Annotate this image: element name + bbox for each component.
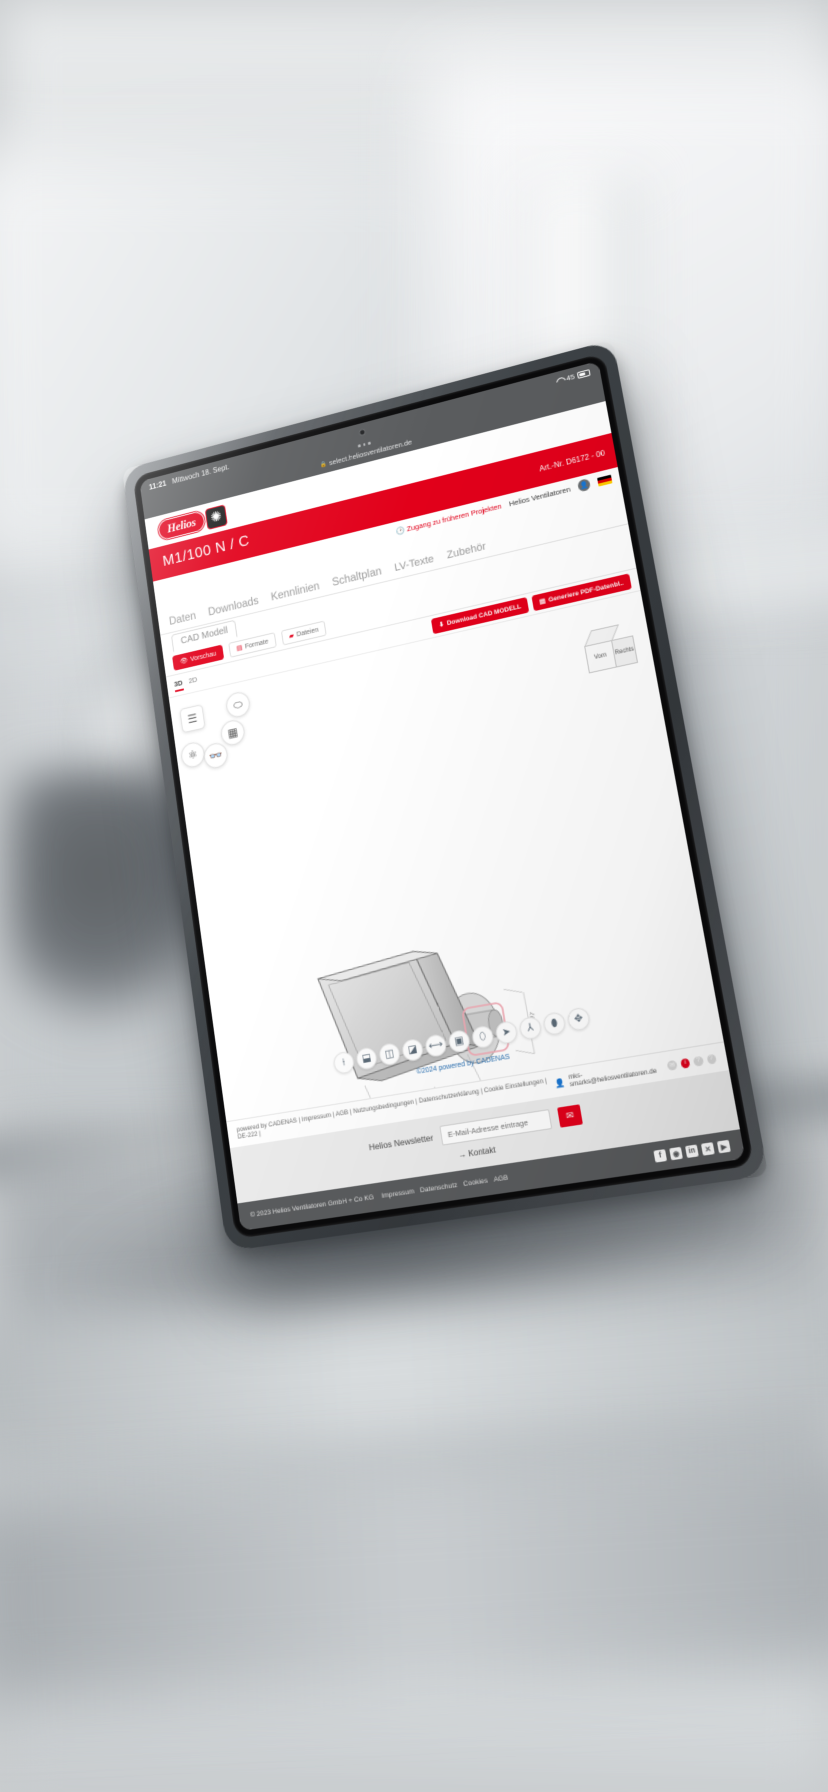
battery-level: 45 bbox=[565, 372, 576, 383]
section-icon[interactable]: ⬓ bbox=[354, 1046, 379, 1071]
dimension-label-d1: d1=97 bbox=[528, 1012, 536, 1032]
download-icon: ⬇ bbox=[438, 621, 445, 629]
pdf-icon: ▤ bbox=[538, 597, 547, 606]
ipad-device: 11:21 Mittwoch 18. Sept. 45 🔒 select.hel… bbox=[122, 339, 769, 1252]
viewcube-top-face[interactable] bbox=[584, 624, 619, 648]
viewer-dock: ⟊ ⬓ ◫ ◪ ⟷ ▣ ⬯ ➤ ⅄ ⬮ ✥ bbox=[332, 1006, 592, 1076]
question-icon[interactable]: ? bbox=[693, 1055, 704, 1067]
vr-glasses-icon[interactable]: 👓 bbox=[202, 740, 230, 771]
xing-icon[interactable]: ✕ bbox=[700, 1142, 715, 1156]
clock-icon: 🕑 bbox=[395, 524, 406, 536]
footer-link-cookies[interactable]: Cookies bbox=[463, 1177, 489, 1188]
dimension-icon[interactable]: ⟷ bbox=[423, 1033, 448, 1059]
eye-icon: 👁 bbox=[179, 657, 189, 666]
de-flag-icon[interactable] bbox=[596, 474, 613, 487]
viewcube-right-face[interactable]: Rechts bbox=[611, 635, 639, 668]
cylinder-icon[interactable]: ⬭ bbox=[224, 689, 252, 720]
list-icon[interactable]: ☰ bbox=[179, 704, 206, 734]
box-icon[interactable]: ▣ bbox=[447, 1028, 472, 1054]
device-screen: 11:21 Mittwoch 18. Sept. 45 🔒 select.hel… bbox=[122, 339, 769, 1252]
mail-icon[interactable]: ✉ bbox=[666, 1059, 678, 1071]
subtab-vorschau-label: Vorschau bbox=[190, 650, 217, 663]
front-camera bbox=[358, 427, 366, 436]
wifi-icon bbox=[555, 376, 564, 384]
battery-icon bbox=[576, 369, 591, 379]
format-icon: ▤ bbox=[236, 644, 243, 653]
subtab-dateien-label: Dateien bbox=[296, 626, 320, 638]
layers-icon[interactable]: ◫ bbox=[377, 1041, 402, 1067]
explode-icon[interactable]: ✥ bbox=[565, 1006, 592, 1032]
cylinder2-icon[interactable]: ⬯ bbox=[470, 1024, 496, 1050]
footer-link-datenschutz[interactable]: Datenschutz bbox=[420, 1182, 458, 1195]
linkedin-icon[interactable]: in bbox=[685, 1144, 699, 1159]
subtab-formate-label: Formate bbox=[244, 638, 269, 650]
newsletter-submit-button[interactable]: ✉ bbox=[557, 1104, 583, 1128]
toggle-3d[interactable]: 3D bbox=[173, 677, 184, 692]
status-time: 11:21 bbox=[148, 479, 167, 492]
helios-fan-icon: ✺ bbox=[204, 503, 228, 530]
view-cube[interactable]: Vorn Rechts bbox=[577, 619, 644, 683]
toggle-2d[interactable]: 2D bbox=[188, 675, 198, 689]
render-icon[interactable]: ◪ bbox=[400, 1037, 425, 1063]
user-icon[interactable]: 👤 bbox=[554, 1077, 566, 1088]
youtube-icon[interactable]: ▶ bbox=[716, 1139, 731, 1154]
measure-icon[interactable]: ⟊ bbox=[332, 1050, 356, 1076]
help-icon[interactable]: ? bbox=[706, 1053, 717, 1065]
pointer-icon[interactable]: ➤ bbox=[494, 1019, 519, 1046]
newsletter-label: Helios Newsletter bbox=[368, 1131, 434, 1152]
node-tree-icon[interactable]: ⚛ bbox=[179, 740, 207, 770]
footer-link-impressum[interactable]: Impressum bbox=[381, 1188, 415, 1200]
lock-icon: 🔒 bbox=[319, 461, 328, 469]
tabs-icon[interactable] bbox=[357, 441, 371, 448]
user-icon[interactable]: 👤 bbox=[577, 478, 591, 493]
axis-icon[interactable]: ⅄ bbox=[517, 1015, 543, 1041]
viewcube-front-face[interactable]: Vorn bbox=[584, 639, 617, 674]
cadenas-watermark: ©2024 powered by CADENAS bbox=[416, 1053, 511, 1076]
cube-icon[interactable]: ▦ bbox=[219, 718, 247, 748]
instagram-icon[interactable]: ◉ bbox=[669, 1146, 683, 1161]
article-number: Art.-Nr. D6172 - 00 bbox=[538, 448, 606, 473]
device-bezel: 11:21 Mittwoch 18. Sept. 45 🔒 select.hel… bbox=[122, 339, 769, 1252]
disc-icon[interactable]: ⬮ bbox=[541, 1010, 568, 1037]
file-pdf-icon: ▰ bbox=[288, 632, 295, 641]
facebook-icon[interactable]: f bbox=[653, 1149, 668, 1163]
footer-link-agb[interactable]: AGB bbox=[493, 1174, 509, 1183]
info-red-icon[interactable]: i bbox=[679, 1057, 691, 1069]
